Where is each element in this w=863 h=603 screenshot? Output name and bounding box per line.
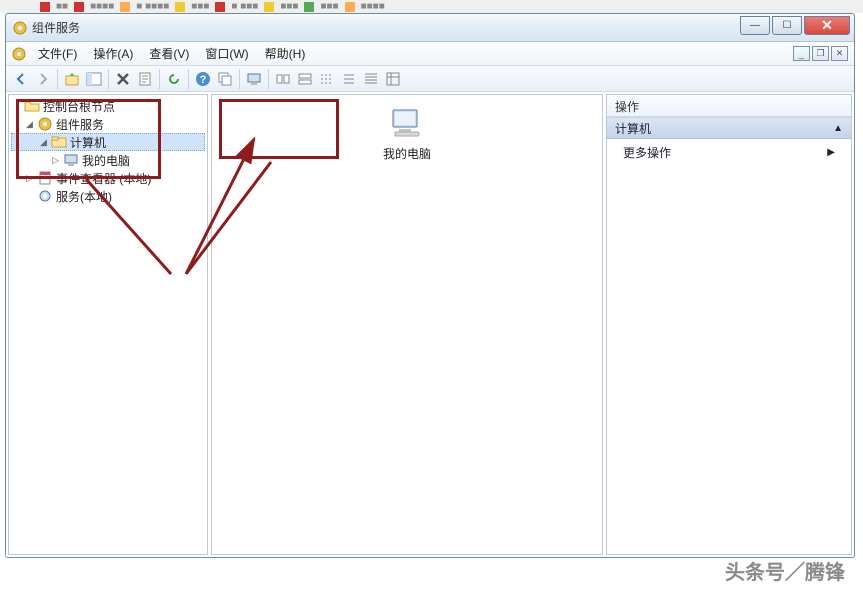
view-detail2-icon[interactable] [382, 68, 404, 90]
menu-view[interactable]: 查看(V) [141, 45, 197, 62]
chevron-right-icon: ▶ [827, 147, 835, 158]
up-button[interactable] [61, 68, 83, 90]
mycomputer-toolbar-icon[interactable] [243, 68, 265, 90]
properties-button[interactable] [134, 68, 156, 90]
tree-node-computers[interactable]: ◢ 计算机 [11, 133, 205, 151]
action-pane-title: 操作 [607, 95, 851, 117]
collapsed-icon: ▷ [24, 173, 35, 184]
svg-text:?: ? [200, 74, 207, 86]
child-restore-button[interactable]: ❐ [812, 46, 829, 61]
forward-button[interactable] [32, 68, 54, 90]
titlebar[interactable]: 组件服务 — ☐ ✕ [6, 14, 854, 42]
watermark: 头条号／腾锋 [725, 556, 845, 585]
folder-open-icon [24, 98, 40, 114]
view-processes-icon[interactable] [294, 68, 316, 90]
minimize-button[interactable]: — [740, 16, 770, 35]
window-title: 组件服务 [32, 19, 740, 36]
folder-icon [51, 134, 67, 150]
action-more[interactable]: 更多操作 ▶ [607, 139, 851, 166]
expanded-icon: ◢ [24, 119, 35, 130]
component-services-icon [12, 20, 28, 36]
tree-node-my-computer[interactable]: ▷ 我的电脑 [11, 151, 205, 169]
child-close-button[interactable]: ✕ [831, 46, 848, 61]
main-window: 组件服务 — ☐ ✕ 文件(F) 操作(A) 查看(V) 窗口(W) 帮助(H)… [5, 13, 855, 558]
view-detail-icon[interactable] [360, 68, 382, 90]
action-group-header[interactable]: 计算机 ▲ [607, 117, 851, 139]
tree-node-services[interactable]: 服务(本地) [11, 187, 205, 205]
list-item-my-computer[interactable]: 我的电脑 [383, 105, 431, 162]
tree-node-event-viewer[interactable]: ▷ 事件查看器 (本地) [11, 169, 205, 187]
maximize-button[interactable]: ☐ [772, 16, 802, 35]
menu-help[interactable]: 帮助(H) [257, 45, 314, 62]
component-services-icon [11, 46, 27, 62]
new-window-button[interactable] [214, 68, 236, 90]
menu-action[interactable]: 操作(A) [85, 45, 141, 62]
event-viewer-icon [37, 170, 53, 186]
twisty-icon [24, 191, 35, 202]
child-minimize-button[interactable]: _ [793, 46, 810, 61]
help-button[interactable]: ? [192, 68, 214, 90]
view-list-icon[interactable] [338, 68, 360, 90]
gear-icon [37, 188, 53, 204]
delete-button[interactable] [112, 68, 134, 90]
menu-file[interactable]: 文件(F) [30, 45, 85, 62]
toolbar: ? [6, 66, 854, 92]
chevron-up-icon: ▲ [833, 123, 843, 134]
computer-icon [63, 152, 79, 168]
expanded-icon: ◢ [38, 137, 49, 148]
menu-window[interactable]: 窗口(W) [197, 45, 256, 62]
view-objects-icon[interactable] [316, 68, 338, 90]
action-pane: 操作 计算机 ▲ 更多操作 ▶ [606, 94, 852, 555]
list-pane: 我的电脑 [211, 94, 603, 555]
tree-node-component-services[interactable]: ◢ 组件服务 [11, 115, 205, 133]
view-apps-icon[interactable] [272, 68, 294, 90]
tree-pane: 控制台根节点 ◢ 组件服务 ◢ 计算机 ▷ 我的电脑 [8, 94, 208, 555]
collapsed-icon: ▷ [50, 155, 61, 166]
show-hide-tree-button[interactable] [83, 68, 105, 90]
menubar: 文件(F) 操作(A) 查看(V) 窗口(W) 帮助(H) _ ❐ ✕ [6, 42, 854, 66]
refresh-button[interactable] [163, 68, 185, 90]
component-services-icon [37, 116, 53, 132]
close-button[interactable]: ✕ [804, 16, 850, 35]
background-tabs: ■■ ■■■■ ■ ■■■■ ■■■ ■ ■■■ ■■■ ■■■ ■■■■ [0, 0, 863, 13]
tree-node-console-root[interactable]: 控制台根节点 [11, 97, 205, 115]
twisty-icon [11, 101, 22, 112]
computer-icon [389, 105, 425, 141]
back-button[interactable] [10, 68, 32, 90]
